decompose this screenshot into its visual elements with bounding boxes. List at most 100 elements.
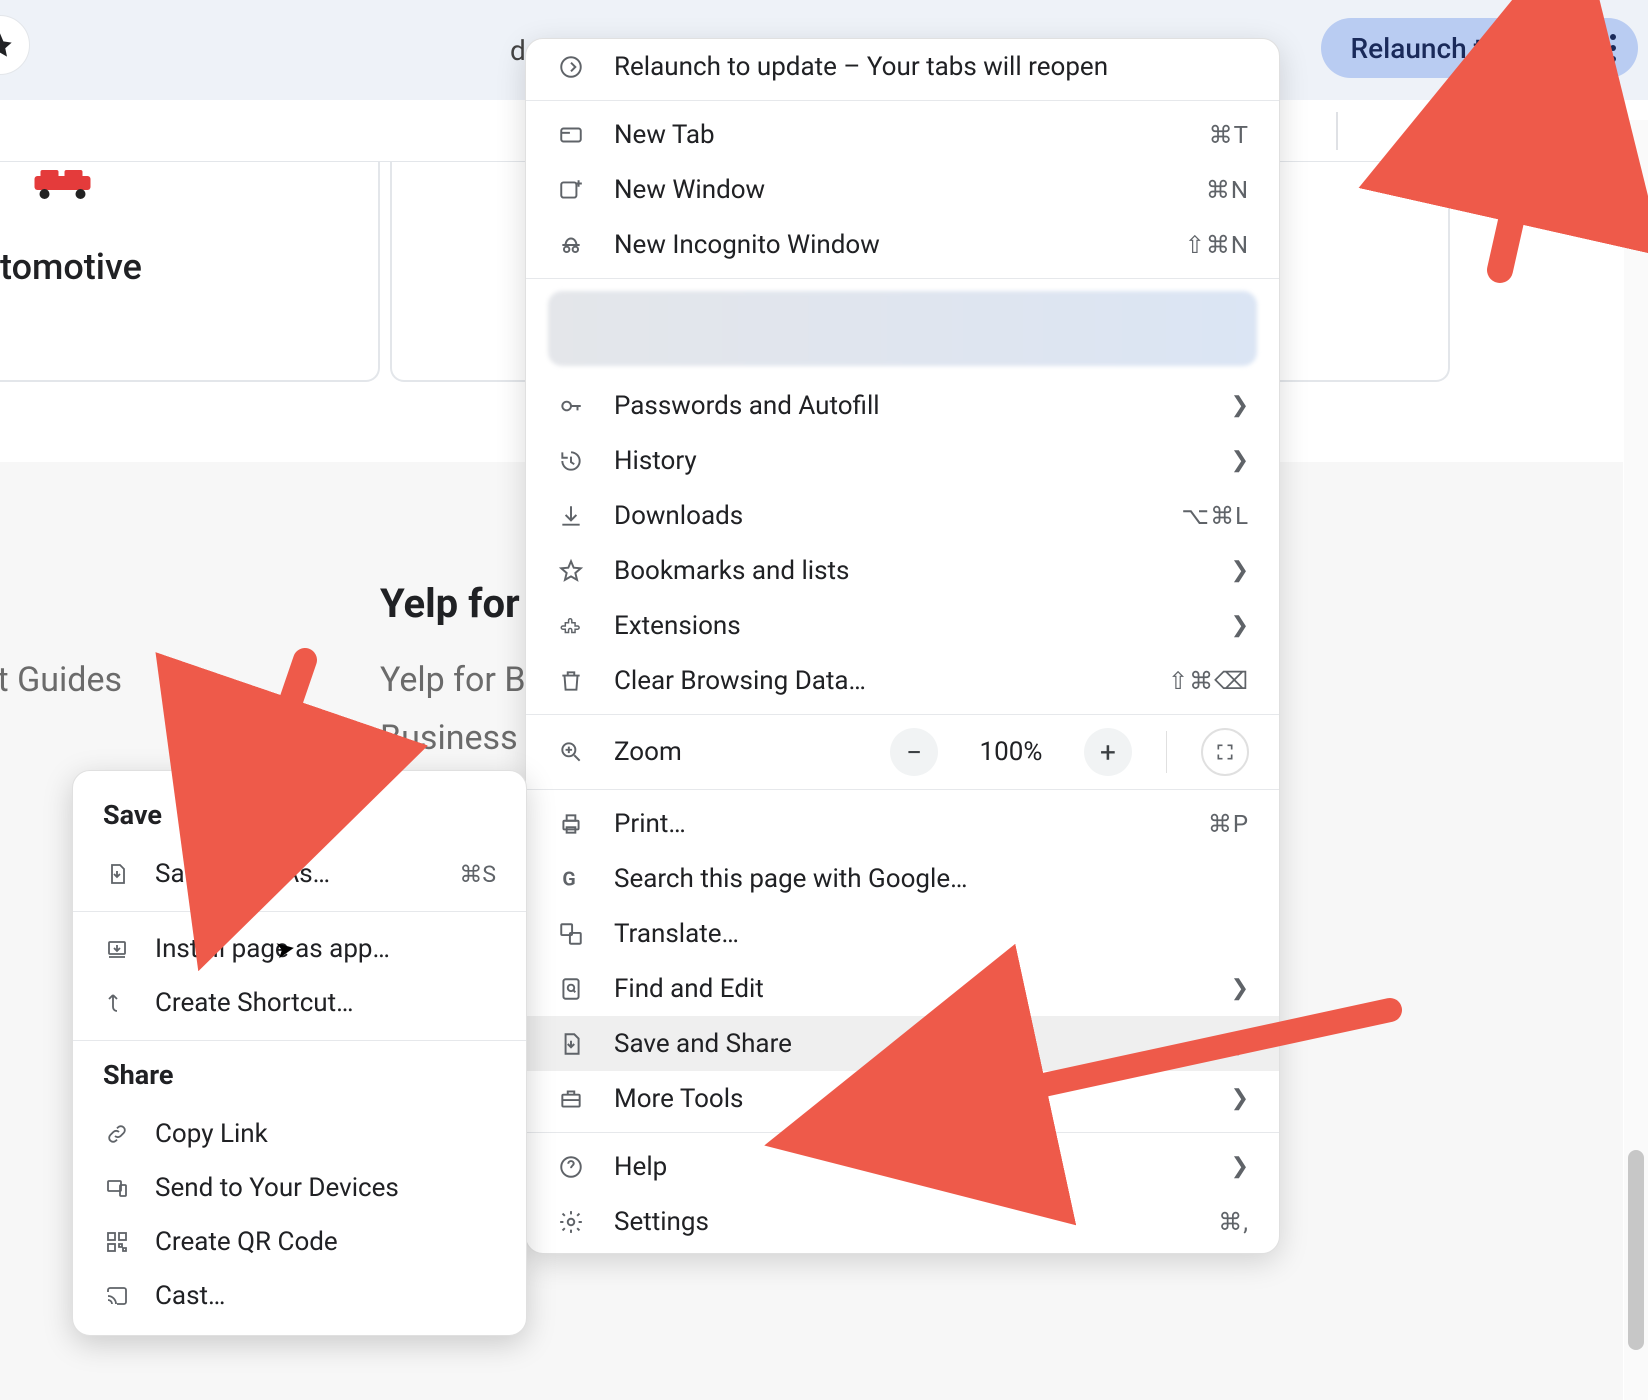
separator [526, 278, 1279, 279]
submenu-item-install-app[interactable]: Install page as app… [73, 922, 526, 976]
menu-item-relaunch[interactable]: Relaunch to update – Your tabs will reop… [526, 39, 1279, 94]
chevron-right-icon: ❯ [1231, 613, 1249, 638]
submenu-item-create-shortcut[interactable]: Create Shortcut… [73, 976, 526, 1030]
relaunch-to-update-button[interactable]: Relaunch to update [1321, 18, 1639, 78]
window-plus-icon [556, 177, 586, 203]
car-icon [30, 170, 95, 200]
menu-label: Clear Browsing Data… [614, 666, 1140, 696]
submenu-item-save-page-as[interactable]: Save Page As… ⌘S [73, 847, 526, 901]
submenu-label: Save Page As… [155, 859, 435, 889]
menu-item-extensions[interactable]: Extensions ❯ [526, 598, 1279, 653]
zoom-in-button[interactable]: + [1084, 728, 1132, 776]
menu-item-search-google[interactable]: G Search this page with Google… [526, 851, 1279, 906]
kebab-menu-icon[interactable] [1610, 34, 1616, 62]
menu-item-settings[interactable]: Settings ⌘, [526, 1194, 1279, 1249]
menu-item-print[interactable]: Print… ⌘P [526, 796, 1279, 851]
menu-label: Bookmarks and lists [614, 556, 1203, 586]
submenu-label: Copy Link [155, 1119, 496, 1149]
all-bookmarks-button[interactable]: All Bookmarks [1430, 110, 1648, 142]
menu-item-downloads[interactable]: Downloads ⌥⌘L [526, 488, 1279, 543]
separator [73, 911, 526, 912]
menu-label: More Tools [614, 1084, 1203, 1114]
menu-label: Print… [614, 809, 1180, 839]
divider [1166, 731, 1167, 773]
footer-link-guides[interactable]: st Guides [0, 660, 122, 700]
refresh-circle-icon [556, 54, 586, 80]
submenu-label: Install page as app… [155, 934, 496, 964]
category-label: utomotive [0, 246, 142, 288]
star-outline-icon [556, 558, 586, 584]
puzzle-icon [556, 613, 586, 639]
submenu-label: Cast… [155, 1281, 496, 1311]
chevron-right-icon: ❯ [1231, 393, 1249, 418]
key-icon [556, 393, 586, 419]
submenu-label: Create Shortcut… [155, 988, 496, 1018]
menu-item-save-and-share[interactable]: Save and Share ❯ [526, 1016, 1279, 1071]
submenu-item-copy-link[interactable]: Copy Link [73, 1107, 526, 1161]
menu-label: Find and Edit [614, 974, 1203, 1004]
menu-item-clear-data[interactable]: Clear Browsing Data… ⇧⌘⌫ [526, 653, 1279, 708]
shortcut: ⌘, [1218, 1208, 1249, 1236]
separator [526, 1132, 1279, 1133]
account-row-blurred[interactable] [548, 291, 1257, 366]
submenu-item-create-qr[interactable]: Create QR Code [73, 1215, 526, 1269]
shortcut: ⇧⌘N [1185, 231, 1249, 259]
shortcut: ⌘P [1208, 810, 1249, 838]
menu-item-translate[interactable]: Translate… [526, 906, 1279, 961]
printer-icon [556, 811, 586, 837]
cast-icon [103, 1284, 131, 1308]
qr-icon [103, 1230, 131, 1254]
menu-item-new-window[interactable]: New Window ⌘N [526, 162, 1279, 217]
menu-item-passwords[interactable]: Passwords and Autofill ❯ [526, 378, 1279, 433]
menu-item-find[interactable]: Find and Edit ❯ [526, 961, 1279, 1016]
chrome-main-menu: Relaunch to update – Your tabs will reop… [525, 38, 1280, 1254]
fullscreen-button[interactable] [1201, 728, 1249, 776]
menu-label: Save and Share [614, 1029, 1203, 1059]
tab-icon [556, 122, 586, 148]
chevron-right-icon: ❯ [1231, 1154, 1249, 1179]
menu-label: New Window [614, 175, 1178, 205]
shortcut-arrow-icon [103, 991, 131, 1015]
file-download-icon [103, 862, 131, 886]
chevron-right-icon: ❯ [1231, 1031, 1249, 1056]
submenu-item-cast[interactable]: Cast… [73, 1269, 526, 1323]
submenu-item-send-devices[interactable]: Send to Your Devices [73, 1161, 526, 1215]
menu-item-history[interactable]: History ❯ [526, 433, 1279, 488]
chevron-right-icon: ❯ [1231, 1086, 1249, 1111]
menu-label: New Incognito Window [614, 230, 1157, 260]
menu-item-help[interactable]: Help ❯ [526, 1139, 1279, 1194]
menu-label: Passwords and Autofill [614, 391, 1203, 421]
zoom-value: 100% [966, 737, 1056, 767]
menu-item-more-tools[interactable]: More Tools ❯ [526, 1071, 1279, 1126]
scrollbar-thumb[interactable] [1628, 1150, 1644, 1350]
all-bookmarks-label: All Bookmarks [1474, 110, 1648, 142]
chevron-right-icon: ❯ [1231, 558, 1249, 583]
install-icon [103, 937, 131, 961]
separator [73, 1040, 526, 1041]
chevron-right-icon: ❯ [1231, 448, 1249, 473]
chevron-right-icon: ❯ [1231, 976, 1249, 1001]
submenu-heading-save: Save [73, 791, 526, 847]
save-file-icon [556, 1031, 586, 1057]
star-icon [0, 31, 14, 59]
menu-item-zoom: Zoom − 100% + [526, 721, 1279, 783]
shortcut: ⌘N [1206, 176, 1249, 204]
menu-item-bookmarks[interactable]: Bookmarks and lists ❯ [526, 543, 1279, 598]
menu-item-new-tab[interactable]: New Tab ⌘T [526, 107, 1279, 162]
zoom-label: Zoom [614, 737, 862, 767]
submenu-label: Send to Your Devices [155, 1173, 496, 1203]
folder-icon [1430, 111, 1460, 141]
magnifier-icon [556, 739, 586, 765]
history-icon [556, 448, 586, 474]
separator [526, 100, 1279, 101]
separator [526, 714, 1279, 715]
zoom-out-button[interactable]: − [890, 728, 938, 776]
shortcut: ⇧⌘⌫ [1168, 667, 1249, 695]
shortcut: ⌥⌘L [1181, 502, 1249, 530]
menu-item-incognito[interactable]: New Incognito Window ⇧⌘N [526, 217, 1279, 272]
link-icon [103, 1122, 131, 1146]
menu-label: Relaunch to update – Your tabs will reop… [614, 52, 1249, 82]
divider [1336, 112, 1338, 150]
help-icon [556, 1154, 586, 1180]
toolbox-icon [556, 1086, 586, 1112]
